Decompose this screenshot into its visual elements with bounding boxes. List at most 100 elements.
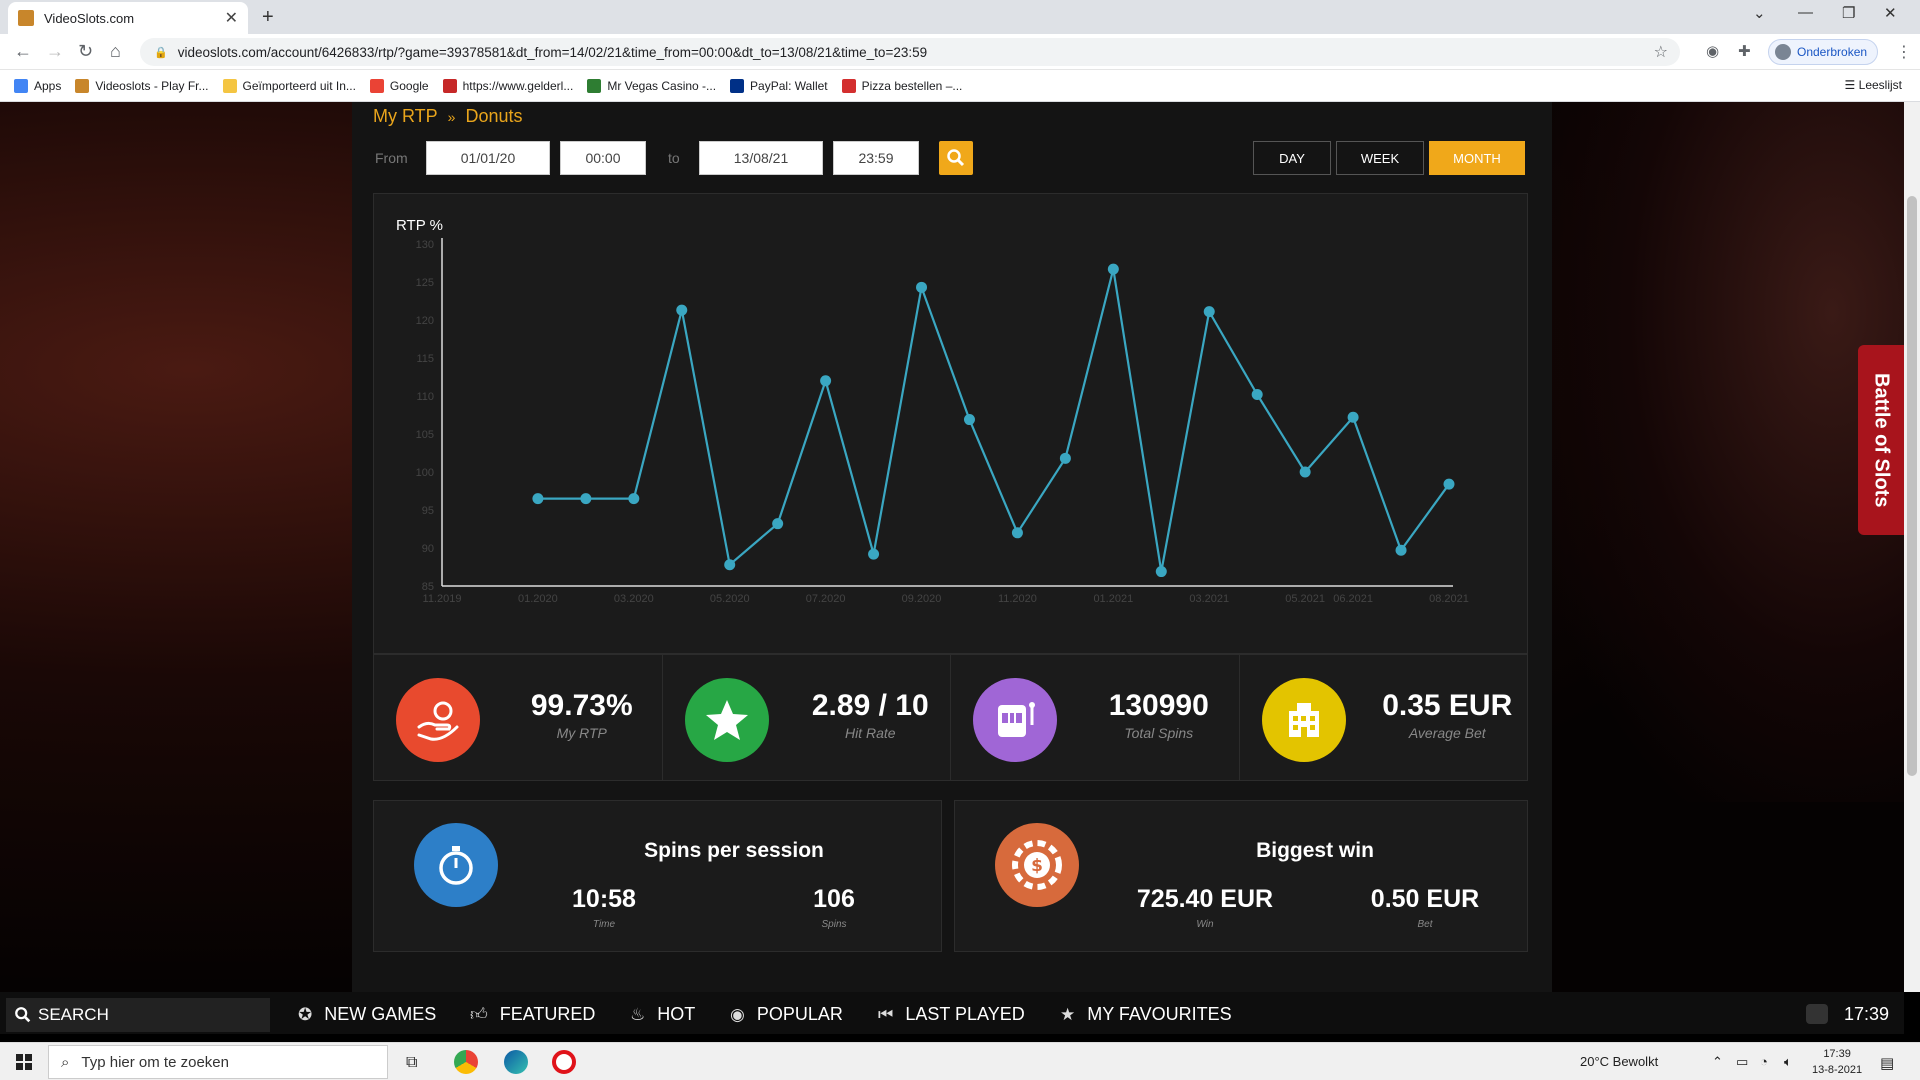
taskbar-search[interactable]: ⌕ Typ hier om te zoeken [48,1045,388,1079]
browser-toolbar: ← → ↻ ⌂ 🔒 videoslots.com/account/6426833… [0,34,1920,70]
site-search-button[interactable]: SEARCH [6,998,270,1032]
bookmark-favicon-icon [442,78,457,93]
star-icon: ★ [1060,1004,1076,1024]
session-spins-value: 106 [813,885,855,913]
tab-search-icon[interactable]: ⌄ [1753,4,1766,22]
bookmark-item[interactable]: Google [369,78,429,93]
bookmarks-bar: Apps Videoslots - Play Fr... Geïmporteerd … [0,70,1920,102]
adblock-icon[interactable]: ◉ [1706,42,1719,60]
rtp-chart: RTP % 85 90 95 100 105 110 115 120 125 130 11.2019 0… [373,193,1528,654]
to-time-input[interactable]: 23:59 [833,141,919,175]
windows-start-icon[interactable] [16,1054,32,1070]
bookmark-item[interactable]: Videoslots - Play Fr... [75,78,209,93]
extensions-icon[interactable]: ✚ [1738,42,1751,60]
chart-data-point [580,493,592,505]
taskbar-clock[interactable]: 17:39 13-8-2021 [1812,1046,1862,1078]
nav-new-games[interactable]: ✪ NEW GAMES [298,1004,436,1025]
bookmark-label: Apps [34,78,62,93]
site-bottom-nav: SEARCH ✪ NEW GAMES 👍︎ FEATURED ♨ HOT ◉ POPUL… [0,992,1904,1034]
nav-featured[interactable]: 👍︎ FEATURED [470,1004,595,1025]
network-icon[interactable]: ▭ [1736,1054,1748,1070]
forward-icon[interactable]: → [46,41,64,62]
chart-data-point [820,375,832,387]
tab-title: VideoSlots.com [44,10,135,26]
bookmark-item[interactable]: Geïmporteerd uit In... [222,78,356,93]
minimize-icon[interactable]: — [1798,4,1813,21]
chrome-icon[interactable] [454,1050,478,1074]
breadcrumb-current: Donuts [465,106,523,126]
close-tab-icon[interactable]: ✕ [225,8,238,28]
chart-data-point [1347,411,1359,423]
bookmark-item[interactable]: https://www.gelderl... [442,78,573,93]
bookmark-favicon-icon [587,78,602,93]
nav-last-played[interactable]: ⏮ LAST PLAYED [878,1004,1025,1025]
edge-icon[interactable] [504,1050,528,1074]
chart-x-tick-label: 11.2019 [423,593,462,605]
stat-label: Hit Rate [844,725,896,741]
bookmark-item[interactable]: Pizza bestellen –... [841,78,962,93]
nav-hot[interactable]: ♨ HOT [630,1004,695,1025]
biggest-win-value: 725.40 EUR [1136,885,1274,913]
chart-data-point [868,548,880,560]
close-window-icon[interactable]: ✕ [1884,4,1897,22]
profile-button[interactable]: Onderbroken [1768,39,1879,65]
reload-icon[interactable]: ↻ [78,41,93,62]
slot-machine-icon [973,678,1057,762]
bookmark-favicon-icon [14,78,28,93]
bookmark-label: Google [389,78,429,93]
bookmark-item[interactable]: Apps [14,78,62,93]
search-button[interactable] [939,141,973,175]
tray-chevron-icon[interactable]: ⌃ [1712,1054,1723,1070]
new-tab-button[interactable]: + [262,6,274,29]
battle-of-slots-tab[interactable]: Battle of Slots [1858,345,1904,535]
page-scrollbar[interactable] [1904,102,1920,992]
chart-y-label: RTP % [396,217,443,234]
wifi-icon[interactable]: ◔ [1760,1054,1768,1069]
panel-title: Biggest win [1256,839,1374,862]
stats-row: 99.73% My RTP 2.89 / 10 Hit Rate 130990 … [373,654,1528,781]
nav-popular[interactable]: ◉ POPULAR [730,1004,843,1025]
hand-coin-icon [396,678,480,762]
period-day-button[interactable]: DAY [1253,141,1331,175]
bookmark-star-icon[interactable]: ☆ [1654,42,1668,62]
home-icon[interactable]: ⌂ [110,41,121,62]
opera-icon[interactable] [552,1050,576,1074]
stat-value: 0.35 EUR [1382,689,1513,722]
bookmark-item[interactable]: PayPal: Wallet [730,78,828,93]
search-icon: ⌕ [61,1053,70,1071]
browser-tab[interactable]: VideoSlots.com ✕ [8,2,248,34]
chart-data-point [1107,263,1119,275]
from-time-input[interactable]: 00:00 [560,141,646,175]
from-date-input[interactable]: 01/01/20 [426,141,550,175]
spins-per-session-panel: Spins per session 10:58 Time 106 Spins [373,800,942,952]
period-month-button[interactable]: MONTH [1429,141,1525,175]
chat-icon: ◉ [730,1004,745,1024]
to-date-input[interactable]: 13/08/21 [699,141,823,175]
stat-average-bet: 0.35 EUR Average Bet [1240,655,1528,780]
bookmark-favicon-icon [369,78,384,93]
period-week-button[interactable]: WEEK [1336,141,1424,175]
task-view-icon[interactable]: ⧉ [406,1054,417,1072]
to-label: to [668,150,680,166]
reading-list-button[interactable]: ☰ Leeslijst [1845,78,1902,92]
weather-text[interactable]: 20°C Bewolkt [1580,1054,1658,1069]
chart-y-tick-label: 110 [416,391,434,403]
chart-y-tick-label: 120 [416,315,434,327]
scrollbar-thumb[interactable] [1907,196,1917,776]
chart-data-point [628,493,640,505]
chart-data-point [772,518,784,530]
chart-y-tick-label: 100 [416,467,434,479]
bookmark-item[interactable]: Mr Vegas Casino -... [587,78,716,93]
browser-menu-icon[interactable]: ⋮ [1896,42,1912,62]
notifications-icon[interactable]: ▤ [1880,1054,1894,1072]
stat-label: Total Spins [1124,725,1194,741]
address-bar[interactable]: 🔒 videoslots.com/account/6426833/rtp/?ga… [140,38,1680,66]
notification-icon[interactable] [1806,1004,1828,1024]
back-icon[interactable]: ← [14,41,32,62]
breadcrumb-root[interactable]: My RTP [373,106,438,126]
breadcrumb-separator: » [447,109,456,125]
nav-my-favourites[interactable]: ★ MY FAVOURITES [1060,1004,1232,1025]
restore-icon[interactable]: ❐ [1842,4,1855,22]
volume-icon[interactable]: 🔈︎ [1784,1054,1792,1070]
bookmark-favicon-icon [841,78,856,93]
